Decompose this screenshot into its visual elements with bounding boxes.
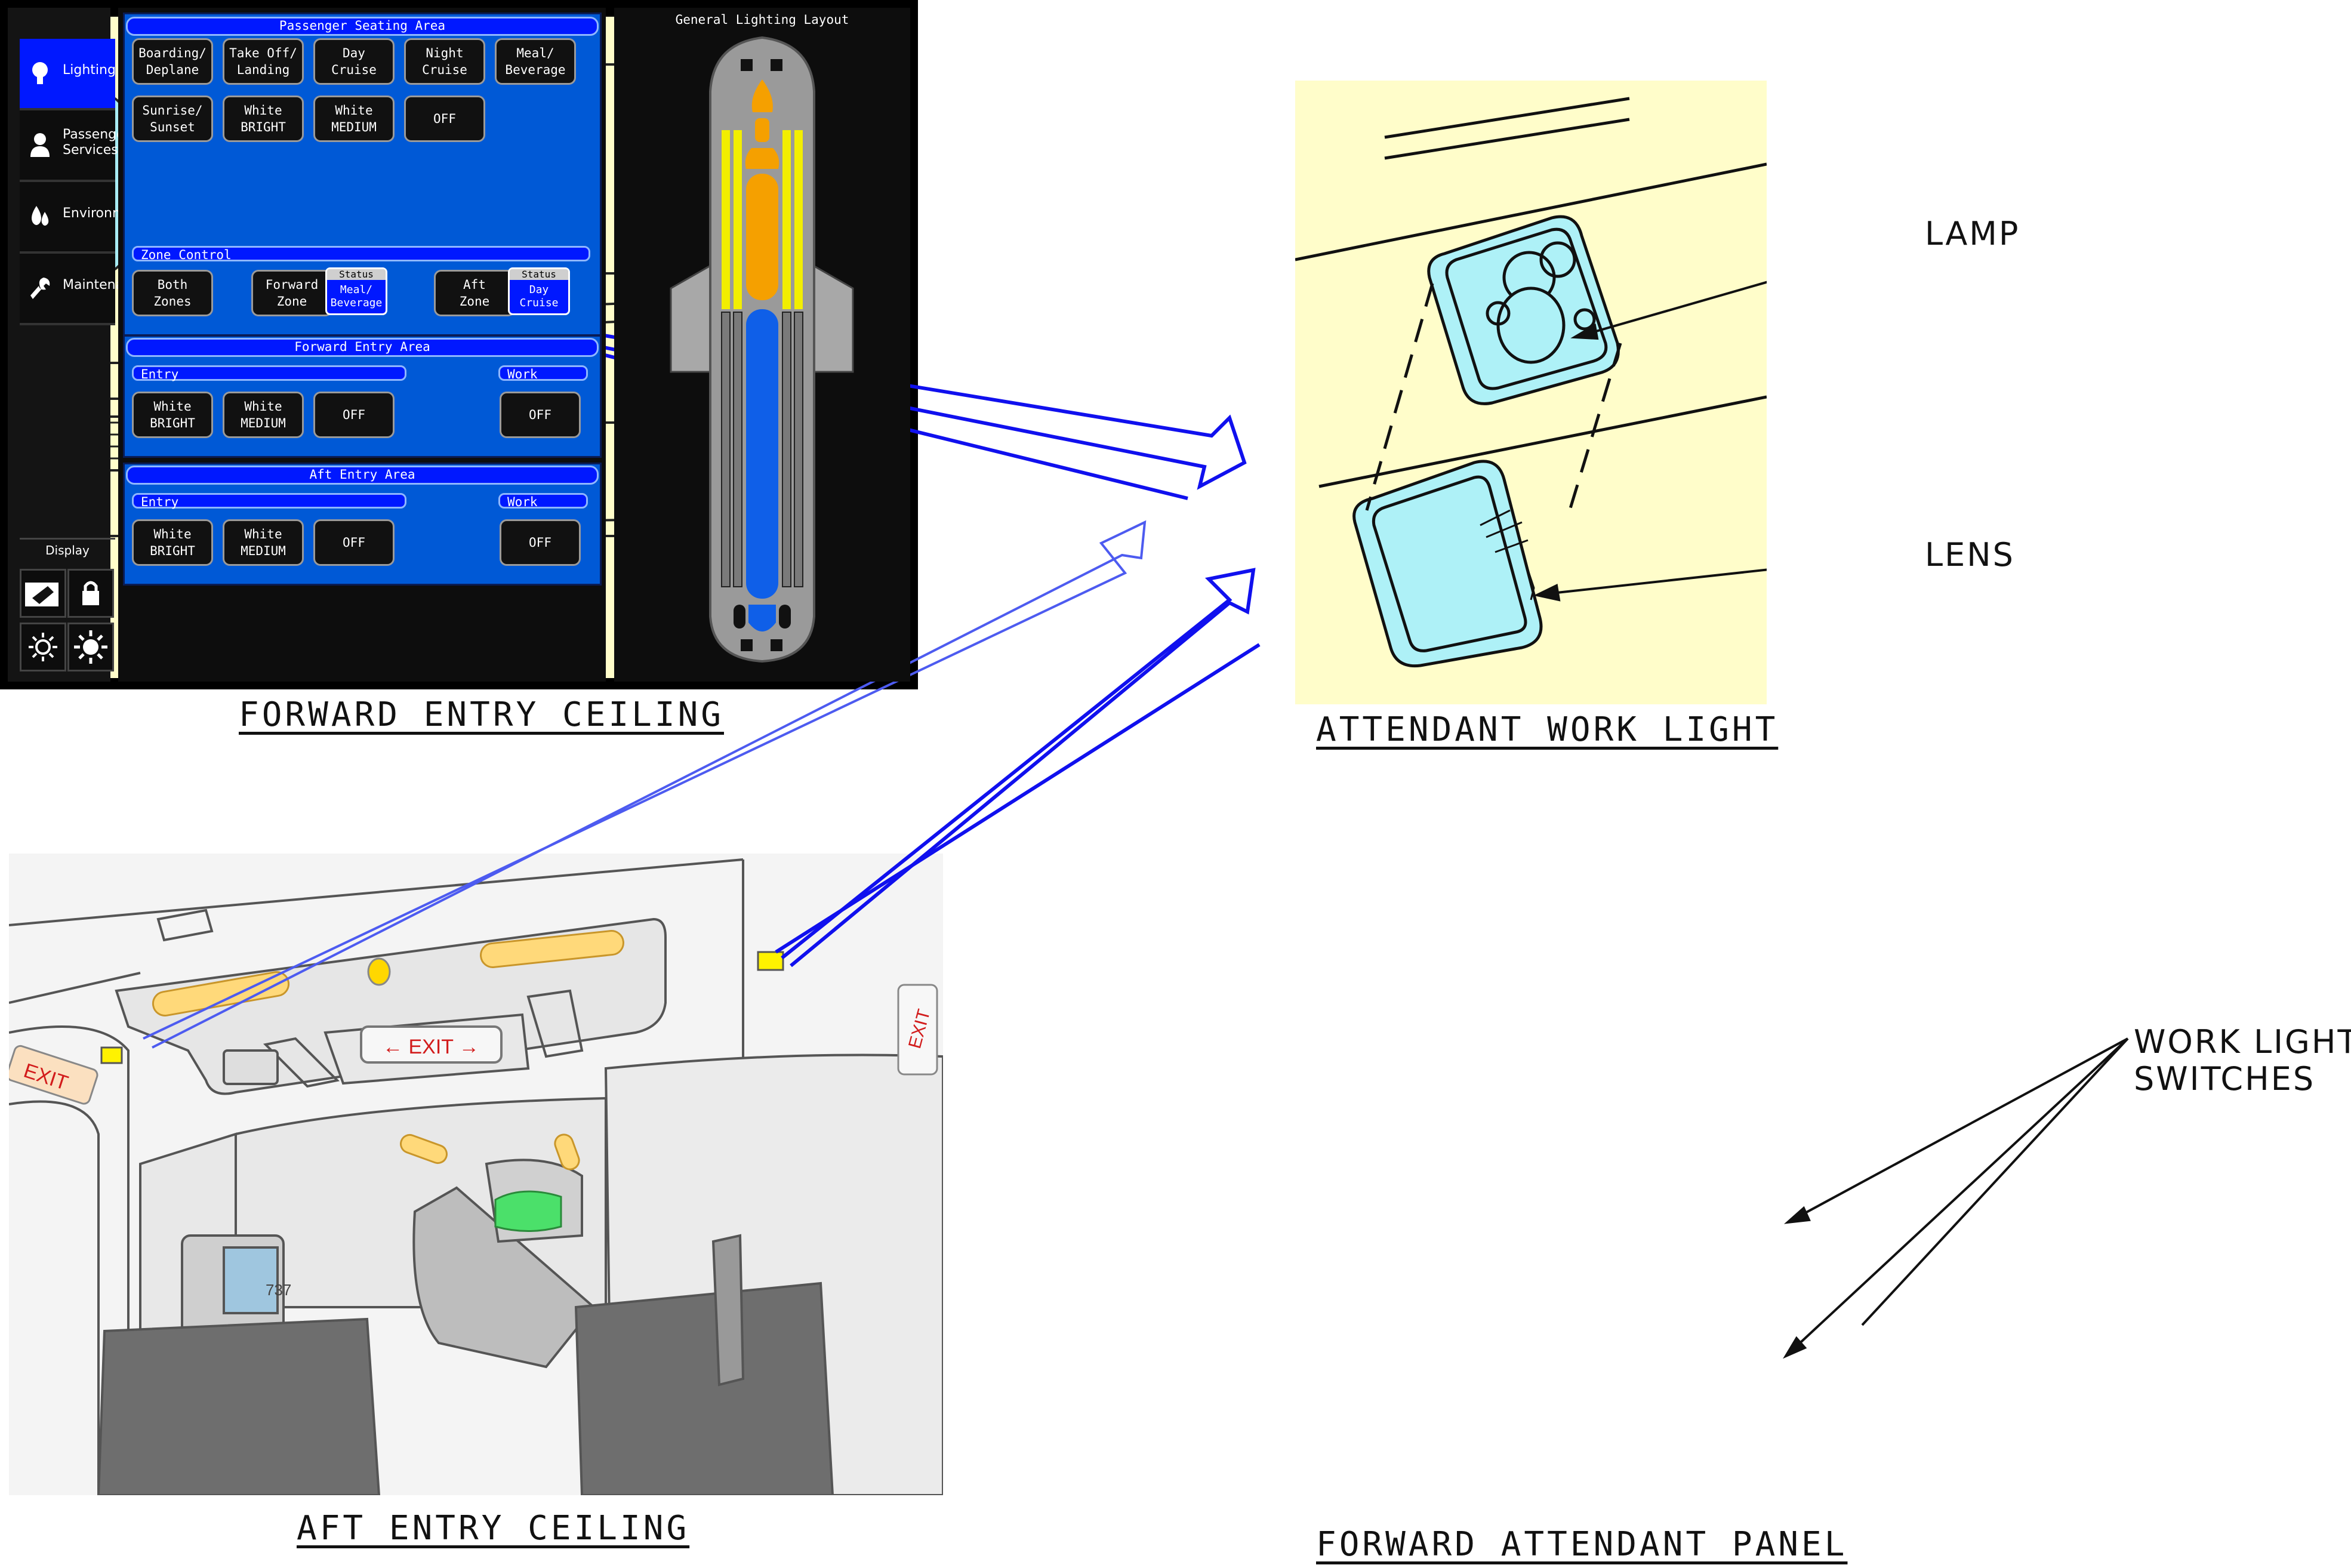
- work-light-switch-leaders: [1783, 1037, 2129, 1359]
